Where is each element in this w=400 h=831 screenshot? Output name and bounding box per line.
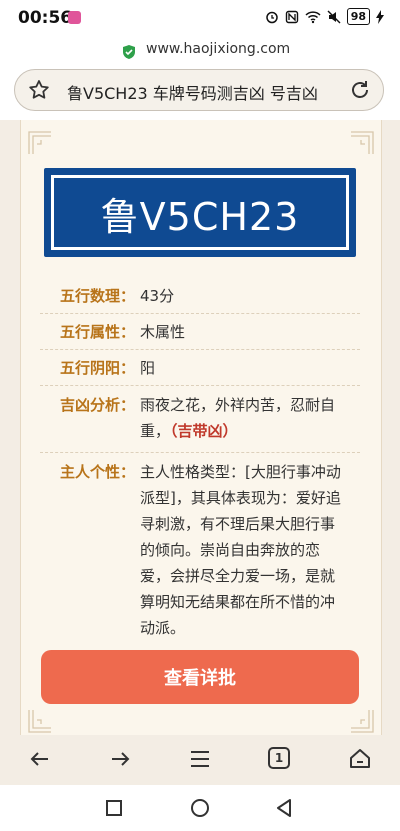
notification-app-icon	[68, 11, 81, 24]
table-row: 五行数理： 43分	[40, 278, 360, 314]
address-bar-container: 鲁V5CH23 车牌号码测吉凶 号吉凶	[0, 64, 400, 120]
mute-icon	[327, 10, 341, 23]
star-icon[interactable]	[27, 78, 51, 102]
home-icon[interactable]	[348, 747, 372, 771]
charging-icon	[376, 9, 384, 24]
view-details-button[interactable]: 查看详批	[41, 650, 359, 704]
back-nav-icon[interactable]	[276, 799, 292, 817]
reload-icon[interactable]	[349, 79, 371, 101]
row-value: 43分	[140, 286, 175, 305]
row-value: 主人性格类型：[大胆行事冲动派型]，其具体表现为：爱好追寻刺激，有不理后果大胆行…	[140, 463, 341, 637]
corner-ornament-icon	[351, 131, 374, 154]
forward-icon[interactable]	[108, 747, 132, 771]
tabs-icon[interactable]: 1	[268, 747, 290, 769]
url-strip: www.haojixiong.com	[0, 36, 400, 64]
recents-icon[interactable]	[106, 800, 122, 816]
browser-toolbar: 1	[0, 735, 400, 785]
license-plate: 鲁V5CH23	[44, 168, 356, 257]
system-navigation-bar	[0, 785, 400, 831]
table-row: 五行阴阳： 阳	[40, 350, 360, 386]
row-label: 主人个性：	[60, 463, 136, 481]
shield-icon	[123, 45, 135, 59]
page-title[interactable]: 鲁V5CH23 车牌号码测吉凶 号吉凶	[67, 80, 318, 104]
analysis-table: 五行数理： 43分 五行属性： 木属性 五行阴阳： 阳 吉凶分析： 雨夜之花，外…	[40, 278, 360, 647]
row-value: 阳	[140, 358, 156, 377]
luck-badge: （吉带凶）	[170, 422, 238, 440]
table-row: 五行属性： 木属性	[40, 314, 360, 350]
status-bar: 00:56 98	[0, 0, 400, 36]
table-row: 主人个性： 主人性格类型：[大胆行事冲动派型]，其具体表现为：爱好追寻刺激，有不…	[40, 453, 360, 647]
home-nav-icon[interactable]	[190, 798, 210, 818]
plate-number: 鲁V5CH23	[100, 195, 300, 239]
address-bar[interactable]: 鲁V5CH23 车牌号码测吉凶 号吉凶	[14, 69, 384, 111]
status-icons: 98	[265, 8, 384, 25]
row-label: 吉凶分析：	[60, 396, 136, 414]
row-label: 五行数理：	[60, 287, 136, 305]
row-label: 五行属性：	[60, 323, 136, 341]
table-row: 吉凶分析： 雨夜之花，外祥内苦，忍耐自重，（吉带凶）	[40, 386, 360, 453]
battery-level: 98	[346, 8, 370, 25]
back-icon[interactable]	[28, 747, 52, 771]
nfc-icon	[285, 10, 298, 23]
menu-icon[interactable]	[188, 747, 212, 771]
alarm-icon	[265, 11, 278, 23]
row-label: 五行阴阳：	[60, 359, 136, 377]
row-value: 木属性	[140, 322, 186, 341]
tab-count: 1	[274, 751, 284, 765]
wifi-icon	[305, 10, 321, 23]
corner-ornament-icon	[28, 131, 51, 154]
status-time: 00:56	[18, 8, 73, 28]
row-value: 雨夜之花，外祥内苦，忍耐自重，（吉带凶）	[140, 392, 348, 444]
corner-ornament-icon	[28, 710, 51, 733]
corner-ornament-icon	[351, 710, 374, 733]
url-domain[interactable]: www.haojixiong.com	[146, 41, 290, 57]
